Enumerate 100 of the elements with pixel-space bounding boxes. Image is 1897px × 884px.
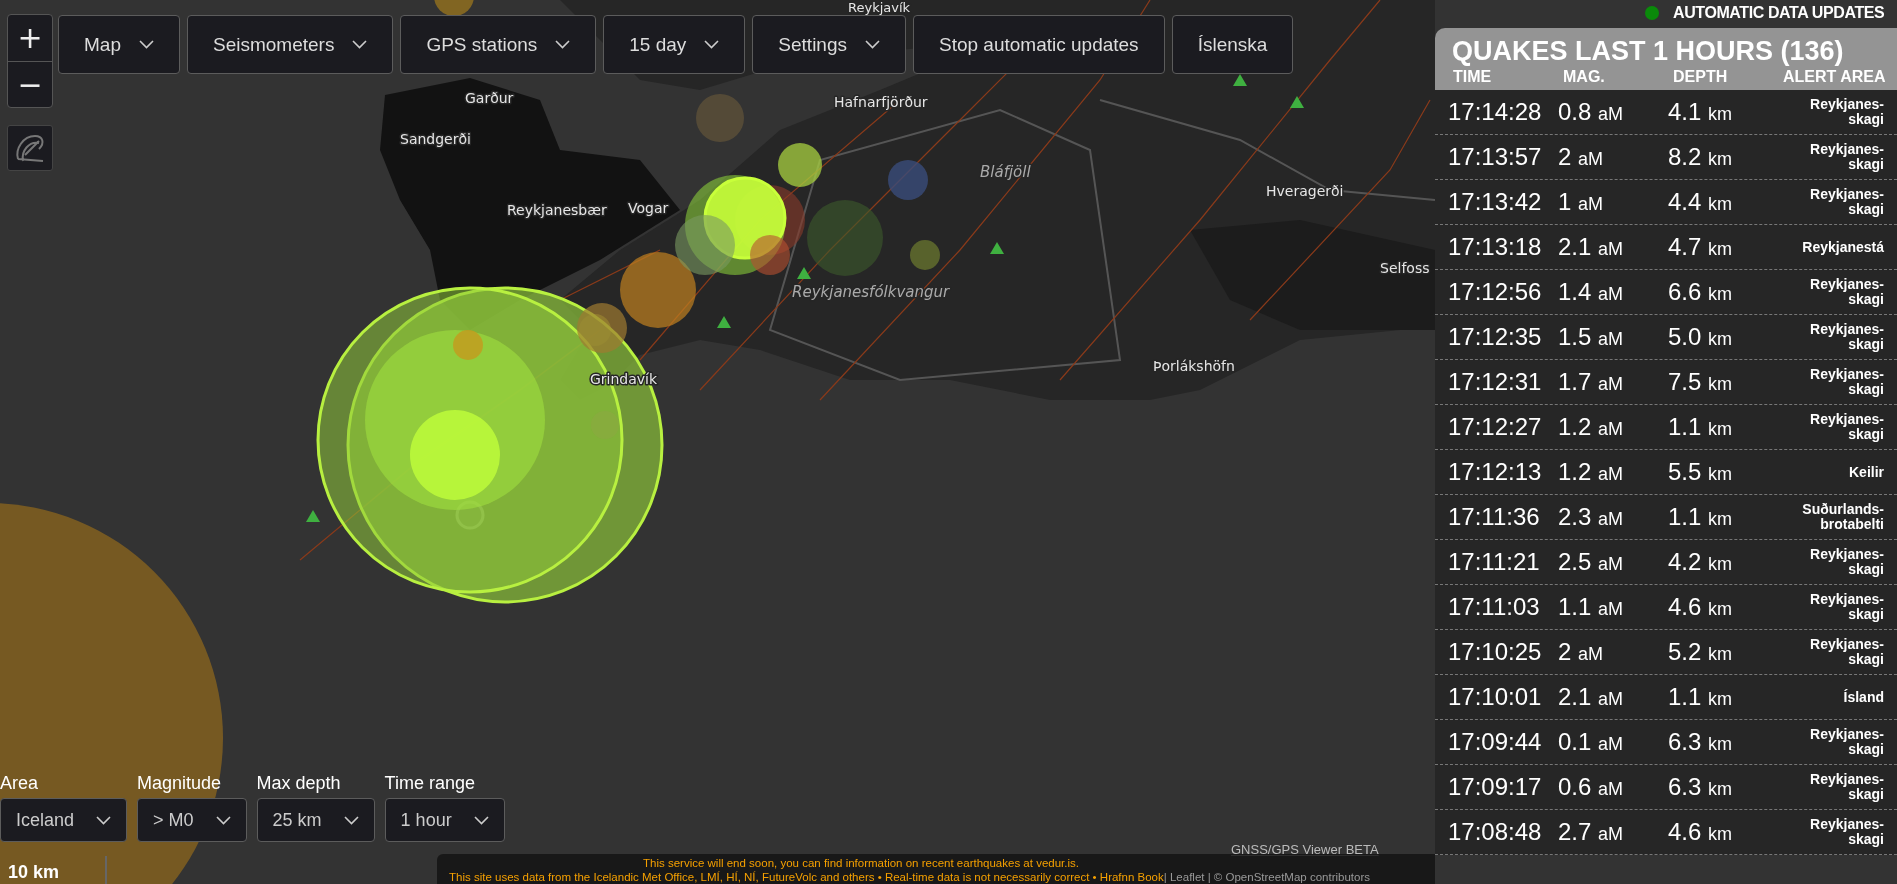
quake-row[interactable]: 17:09:17 0.6 aM 6.3 km Reykjanes-skagi [1435,765,1897,810]
quake-row[interactable]: 17:10:25 2 aM 5.2 km Reykjanes-skagi [1435,630,1897,675]
place-label: Hafnarfjörður [834,94,928,110]
gps-station-marker [797,267,811,279]
quake-row[interactable]: 17:10:01 2.1 aM 1.1 km Ísland [1435,675,1897,720]
magnitude-cell-text: 2 aM [1558,143,1605,171]
magnitude-cell-text: 1.1 aM [1558,593,1625,621]
panel-title: QUAKES LAST 1 HOURS (136) [1451,35,1845,68]
alert-area-cell-text: Reykjanes-skagi [1809,412,1884,442]
alert-area-cell-text: Reykjanes-skagi [1809,817,1884,847]
quake-row[interactable]: 17:12:13 1.2 aM 5.5 km Keilir [1435,450,1897,495]
filter-dropdown[interactable]: 1 hour [384,798,505,842]
filter-dropdown[interactable]: 25 km [256,798,375,842]
quake-row[interactable]: 17:09:44 0.1 aM 6.3 km Reykjanes-skagi [1435,720,1897,765]
alert-area-cell-text: Reykjanes-skagi [1809,142,1884,172]
magnitude-cell-text: 1.5 aM [1558,323,1625,351]
dropdown-button[interactable]: GPS stations [400,15,597,74]
place-label: Reykjavík [848,0,911,15]
service-notice: This service will end soon, you can find information on recent earthquakes at vedur.is. [643,856,1079,870]
place-label: Þorlákshöfn [1153,358,1235,374]
zoom-in-button[interactable]: + [8,15,52,61]
dropdown-button[interactable]: Map [58,15,180,74]
time-cell-text: 17:12:35 [1448,323,1543,351]
filter-label: Time range [384,772,476,794]
depth-cell-text: 1.1 km [1668,503,1734,531]
alert-area-cell-text: Reykjanes-skagi [1809,97,1884,127]
depth-cell-text: 5.0 km [1668,323,1734,351]
magnitude-cell-text: 2 aM [1558,638,1605,666]
quake-row[interactable]: 17:11:21 2.5 aM 4.2 km Reykjanes-skagi [1435,540,1897,585]
gps-station-marker [1290,96,1304,108]
time-cell-text: 17:12:56 [1448,278,1543,306]
quake-row[interactable]: 17:12:56 1.4 aM 6.6 km Reykjanes-skagi [1435,270,1897,315]
column-header: TIME [1453,68,1493,86]
time-cell-text: 17:12:13 [1448,458,1543,486]
scale-bar [105,856,107,884]
magnitude-cell-text: 1.2 aM [1558,458,1625,486]
magnitude-cell-text: 2.1 aM [1558,683,1625,711]
place-label: Sandgerði [400,131,471,147]
quake-row[interactable]: 17:11:03 1.1 aM 4.6 km Reykjanes-skagi [1435,585,1897,630]
place-label: Hveragerði [1266,183,1344,199]
gps-station-marker [717,316,731,328]
caret-icon [704,40,720,49]
alert-area-cell: Reykjanestá [1802,239,1884,255]
alert-area-cell: Keilir [1849,464,1884,480]
depth-cell-text: 1.1 km [1668,413,1734,441]
dropdown-button[interactable]: Seismometers [186,15,394,74]
toolbar-button[interactable]: Íslenska [1171,15,1294,74]
map-credits[interactable]: | Leaflet | © OpenStreetMap contributors [1163,870,1370,884]
magnitude-cell-text: 1 aM [1558,188,1605,216]
depth-cell-text: 4.4 km [1668,188,1734,216]
filter-dropdown[interactable]: > M0 [137,798,247,842]
zoom-out-button[interactable]: − [8,61,52,107]
depth-cell-text: 6.3 km [1668,773,1734,801]
place-label: Reykjanesbær [507,202,607,218]
time-cell-text: 17:13:18 [1448,233,1543,261]
dropdown-button[interactable]: Settings [752,15,906,74]
layers-button[interactable] [7,125,53,171]
quake-row[interactable]: 17:13:42 1 aM 4.4 km Reykjanes-skagi [1435,180,1897,225]
quake-row[interactable]: 17:13:18 2.1 aM 4.7 km Reykjanestá [1435,225,1897,270]
column-header: MAG. [1563,68,1606,86]
time-cell-text: 17:11:03 [1448,593,1541,621]
time-cell-text: 17:13:57 [1448,143,1543,171]
quake-row[interactable]: 17:08:48 2.7 aM 4.6 km Reykjanes-skagi [1435,810,1897,855]
toolbar-button[interactable]: Stop automatic updates [913,15,1165,74]
caret-icon [352,40,368,49]
alert-area-cell-text: Reykjanes-skagi [1809,772,1884,802]
alert-area-cell-text: Reykjanes-skagi [1809,727,1884,757]
quake-row[interactable]: 17:14:28 0.8 aM 4.1 km Reykjanes-skagi [1435,90,1897,135]
earthquake-circle [888,160,928,200]
depth-cell-text: 4.1 km [1668,98,1734,126]
magnitude-cell-text: 1.2 aM [1558,413,1625,441]
magnitude-cell-text: 2.7 aM [1558,818,1625,846]
alert-area-cell-text: Reykjanes-skagi [1809,187,1884,217]
time-cell-text: 17:12:27 [1448,413,1543,441]
magnitude-cell-text: 2.1 aM [1558,233,1625,261]
quake-row[interactable]: 17:13:57 2 aM 8.2 km Reykjanes-skagi [1435,135,1897,180]
time-cell-text: 17:10:01 [1448,683,1543,711]
gps-station-marker [990,242,1004,254]
depth-cell-text: 4.2 km [1668,548,1734,576]
quake-row[interactable]: 17:11:36 2.3 aM 1.1 km Suðurlands-brotabelti [1435,495,1897,540]
filter-dropdown[interactable]: Iceland [0,798,128,842]
time-cell-text: 17:13:42 [1448,188,1543,216]
status-label: AUTOMATIC DATA UPDATES [1673,4,1885,22]
gps-station-marker [306,510,320,522]
place-label: Selfoss [1380,260,1430,276]
quake-row[interactable]: 17:12:31 1.7 aM 7.5 km Reykjanes-skagi [1435,360,1897,405]
alert-area-cell-text: Reykjanes-skagi [1809,277,1884,307]
time-cell-text: 17:12:31 [1448,368,1543,396]
alert-area-cell-text: Reykjanes-skagi [1809,322,1884,352]
depth-cell-text: 6.6 km [1668,278,1734,306]
quake-row[interactable]: 17:12:27 1.2 aM 1.1 km Reykjanes-skagi [1435,405,1897,450]
dropdown-button[interactable]: 15 day [603,15,746,74]
viewer-link[interactable]: GNSS/GPS Viewer BETA [1231,842,1379,857]
depth-cell-text: 1.1 km [1668,683,1734,711]
quake-row[interactable]: 17:12:35 1.5 aM 5.0 km Reykjanes-skagi [1435,315,1897,360]
filter-label: Area [0,772,40,794]
time-cell-text: 17:11:21 [1448,548,1541,576]
alert-area-cell-text: Suðurlands-brotabelti [1801,502,1884,532]
magnitude-cell-text: 1.7 aM [1558,368,1625,396]
column-header: ALERT AREA [1783,68,1886,86]
